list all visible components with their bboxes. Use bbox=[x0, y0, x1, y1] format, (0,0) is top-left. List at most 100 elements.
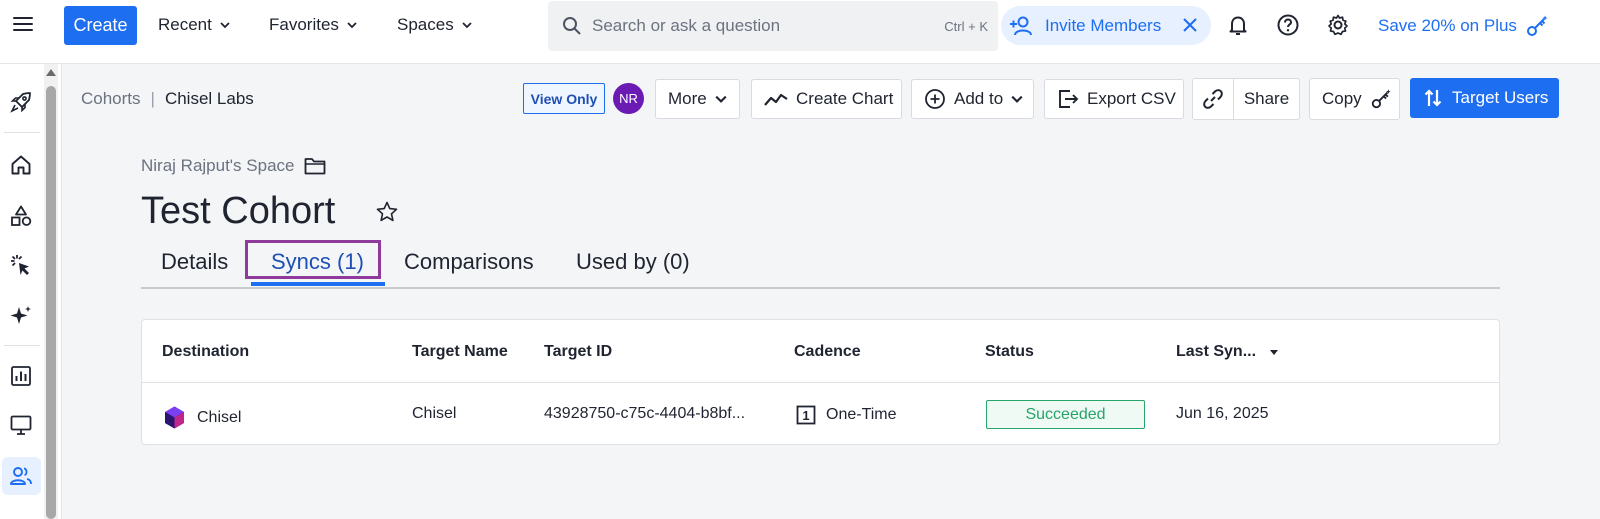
line-chart-icon bbox=[764, 93, 788, 106]
view-only-badge: View Only bbox=[523, 83, 605, 114]
chevron-down-icon bbox=[1011, 95, 1023, 103]
nav-recent-label: Recent bbox=[158, 15, 212, 34]
tab-bar: Details Syncs (1) Comparisons Used by (0… bbox=[141, 240, 1500, 289]
chevron-down-icon bbox=[220, 22, 230, 29]
bell-icon[interactable] bbox=[1226, 13, 1250, 37]
create-chart-button[interactable]: Create Chart bbox=[751, 79, 902, 119]
tab-comparisons[interactable]: Comparisons bbox=[404, 249, 534, 275]
tab-syncs[interactable]: Syncs (1) bbox=[271, 249, 364, 275]
table-cell-last-sync: Jun 16, 2025 bbox=[1176, 405, 1269, 422]
column-header-target-id[interactable]: Target ID bbox=[544, 343, 612, 361]
gear-icon[interactable] bbox=[1326, 13, 1350, 37]
folder-icon bbox=[305, 158, 326, 175]
header-divider bbox=[142, 382, 1499, 383]
add-to-label: Add to bbox=[954, 89, 1004, 108]
more-label: More bbox=[668, 89, 707, 108]
column-header-target-name[interactable]: Target Name bbox=[412, 343, 508, 361]
nav-spaces-label: Spaces bbox=[397, 15, 454, 34]
nav-favorites-label: Favorites bbox=[269, 15, 339, 34]
close-icon[interactable] bbox=[1181, 16, 1199, 34]
active-tab-underline bbox=[251, 282, 385, 286]
add-to-button[interactable]: Add to bbox=[911, 79, 1034, 119]
chevron-down-icon bbox=[462, 22, 472, 29]
sidebar bbox=[0, 64, 62, 519]
breadcrumb-separator: | bbox=[150, 89, 155, 108]
breadcrumb: Cohorts | Chisel Labs bbox=[81, 89, 254, 109]
cursor-click-icon[interactable] bbox=[9, 253, 33, 277]
plus-circle-icon bbox=[925, 89, 945, 109]
search-bar[interactable]: Ctrl + K bbox=[548, 1, 998, 51]
star-icon[interactable] bbox=[375, 200, 399, 224]
nav-favorites[interactable]: Favorites bbox=[269, 11, 357, 39]
upgrade-promo-label: Save 20% on Plus bbox=[1378, 16, 1517, 35]
link-icon bbox=[1203, 89, 1223, 109]
copy-link-button[interactable] bbox=[1193, 79, 1234, 119]
column-header-cadence[interactable]: Cadence bbox=[794, 343, 861, 361]
chisel-logo-icon bbox=[165, 406, 184, 429]
invite-members-label: Invite Members bbox=[1045, 15, 1162, 35]
report-icon[interactable] bbox=[9, 364, 33, 388]
search-input[interactable] bbox=[592, 16, 912, 36]
top-bar: Create Recent Favorites Spaces Ctrl + K … bbox=[0, 0, 1600, 64]
avatar[interactable]: NR bbox=[613, 83, 644, 114]
menu-icon[interactable] bbox=[12, 13, 34, 35]
space-name: Niraj Rajput's Space bbox=[141, 156, 295, 175]
search-icon bbox=[563, 17, 581, 35]
table-row-destination[interactable]: Chisel bbox=[162, 405, 241, 430]
monitor-icon[interactable] bbox=[9, 413, 33, 437]
magic-key-icon bbox=[1371, 89, 1391, 109]
table-cell-target-name: Chisel bbox=[412, 405, 457, 422]
create-chart-label: Create Chart bbox=[796, 89, 894, 108]
tab-details[interactable]: Details bbox=[161, 249, 228, 275]
add-person-icon bbox=[1010, 16, 1032, 35]
status-badge: Succeeded bbox=[986, 400, 1145, 429]
shapes-icon[interactable] bbox=[9, 204, 33, 228]
column-header-status[interactable]: Status bbox=[985, 343, 1034, 361]
sort-caret-icon[interactable] bbox=[1270, 349, 1279, 355]
space-link[interactable]: Niraj Rajput's Space bbox=[141, 156, 326, 176]
magic-key-icon bbox=[1526, 15, 1548, 36]
more-button[interactable]: More bbox=[655, 79, 740, 119]
column-header-last-sync-label: Last Syn... bbox=[1176, 343, 1257, 360]
table-cell-cadence: 1 One-Time bbox=[796, 405, 897, 425]
sidebar-divider bbox=[4, 132, 40, 133]
nav-recent[interactable]: Recent bbox=[158, 11, 230, 39]
users-icon[interactable] bbox=[9, 464, 33, 488]
breadcrumb-cohorts-link[interactable]: Cohorts bbox=[81, 89, 141, 109]
syncs-table: Destination Target Name Target ID Cadenc… bbox=[141, 319, 1500, 445]
copy-label: Copy bbox=[1322, 89, 1362, 108]
home-icon[interactable] bbox=[9, 153, 33, 177]
invite-members-button[interactable]: Invite Members bbox=[1001, 6, 1211, 45]
chevron-down-icon bbox=[715, 95, 727, 103]
column-header-last-sync[interactable]: Last Syn... bbox=[1176, 343, 1279, 361]
target-users-button[interactable]: Target Users bbox=[1410, 78, 1559, 118]
sparkle-icon[interactable] bbox=[9, 304, 33, 328]
export-csv-button[interactable]: Export CSV bbox=[1044, 79, 1184, 119]
destination-name: Chisel bbox=[197, 408, 242, 426]
sidebar-scrollbar[interactable] bbox=[44, 64, 58, 519]
help-icon[interactable] bbox=[1276, 13, 1300, 37]
column-header-destination[interactable]: Destination bbox=[162, 343, 249, 361]
export-icon bbox=[1059, 90, 1079, 108]
one-time-icon-glyph: 1 bbox=[802, 408, 809, 423]
share-button-group: Share bbox=[1192, 78, 1300, 120]
copy-button[interactable]: Copy bbox=[1309, 78, 1400, 120]
create-button[interactable]: Create bbox=[64, 6, 137, 45]
scroll-up-arrow-icon[interactable] bbox=[46, 69, 56, 76]
cadence-label: One-Time bbox=[826, 406, 897, 423]
one-time-icon: 1 bbox=[796, 405, 816, 425]
nav-spaces[interactable]: Spaces bbox=[397, 11, 472, 39]
breadcrumb-current: Chisel Labs bbox=[164, 89, 254, 108]
tab-used-by[interactable]: Used by (0) bbox=[576, 249, 690, 275]
rocket-icon[interactable] bbox=[9, 90, 33, 114]
search-shortcut: Ctrl + K bbox=[944, 18, 988, 34]
sort-arrows-icon bbox=[1424, 89, 1442, 107]
export-csv-label: Export CSV bbox=[1087, 89, 1176, 108]
sidebar-divider bbox=[4, 345, 40, 346]
chevron-down-icon bbox=[347, 22, 357, 29]
page-title: Test Cohort bbox=[141, 190, 336, 232]
scrollbar-thumb[interactable] bbox=[46, 86, 56, 519]
share-button[interactable]: Share bbox=[1234, 79, 1299, 119]
table-cell-target-id: 43928750-c75c-4404-b8bf... bbox=[544, 405, 746, 422]
upgrade-promo-link[interactable]: Save 20% on Plus bbox=[1378, 13, 1549, 39]
